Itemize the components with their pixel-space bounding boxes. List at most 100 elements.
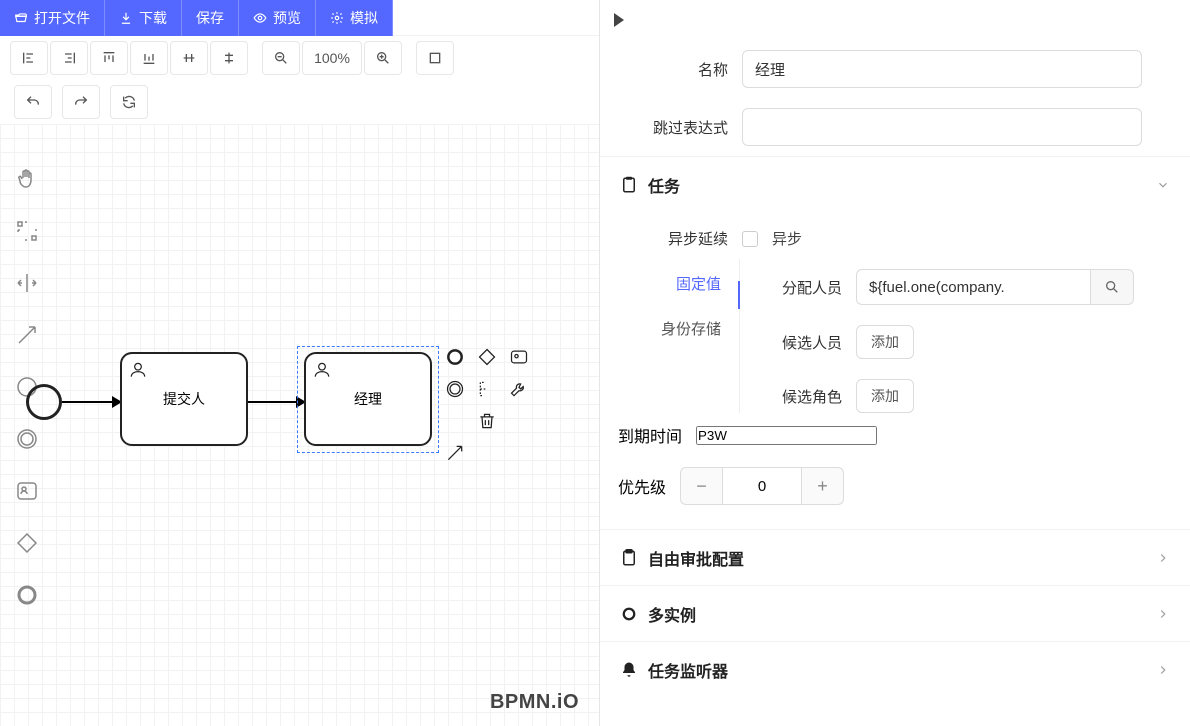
task-label: 提交人 xyxy=(163,389,205,409)
align-toolbar: 100% xyxy=(0,36,599,80)
append-end-event[interactable] xyxy=(442,344,468,370)
candidate-user-row: 候选人员 添加 xyxy=(762,325,1174,359)
double-circle-icon xyxy=(15,427,39,451)
align-center-v-button[interactable] xyxy=(210,41,248,75)
priority-label: 优先级 xyxy=(618,474,666,498)
chevron-right-icon xyxy=(1156,551,1170,565)
user-rect-icon xyxy=(509,347,529,367)
connect-arrow-icon xyxy=(15,323,39,347)
redo-button[interactable] xyxy=(62,85,100,119)
double-circle-icon xyxy=(445,379,465,399)
priority-input[interactable] xyxy=(722,467,802,505)
multi-instance-header[interactable]: 多实例 xyxy=(600,585,1190,641)
zoom-out-icon xyxy=(273,50,289,66)
user-task-tool[interactable] xyxy=(12,476,42,506)
download-icon xyxy=(119,11,133,25)
chevron-right-icon xyxy=(1156,607,1170,621)
priority-increment[interactable]: + xyxy=(802,467,844,505)
task-group-body: 异步延续 异步 固定值 身份存储 分配人员 xyxy=(600,212,1190,529)
task-listener-title: 任务监听器 xyxy=(648,658,728,682)
align-top-button[interactable] xyxy=(90,41,128,75)
candidate-user-label: 候选人员 xyxy=(762,332,842,353)
align-top-icon xyxy=(101,50,117,66)
user-task-icon xyxy=(15,479,39,503)
connect[interactable] xyxy=(442,440,468,466)
delete-element[interactable] xyxy=(474,408,500,434)
task-listener-header[interactable]: 任务监听器 xyxy=(600,641,1190,697)
sequence-flow-2[interactable] xyxy=(248,401,304,403)
gear-icon xyxy=(330,11,344,25)
name-input[interactable] xyxy=(742,50,1142,88)
align-bottom-icon xyxy=(141,50,157,66)
clipboard-check-icon xyxy=(620,176,638,194)
preview-button[interactable]: 预览 xyxy=(239,0,316,36)
skip-expression-row: 跳过表达式 xyxy=(600,98,1190,156)
diamond-icon xyxy=(15,531,39,555)
append-gateway[interactable] xyxy=(474,344,500,370)
assignee-search-button[interactable] xyxy=(1090,269,1134,305)
due-date-input[interactable] xyxy=(696,426,877,445)
due-label: 到期时间 xyxy=(618,423,682,447)
add-candidate-role-button[interactable]: 添加 xyxy=(856,379,914,413)
assignee-input[interactable] xyxy=(856,269,1090,305)
download-button[interactable]: 下载 xyxy=(105,0,182,36)
wrench-icon xyxy=(509,379,529,399)
skip-expression-input[interactable] xyxy=(742,108,1142,146)
annotation-icon xyxy=(477,379,497,399)
end-event-tool[interactable] xyxy=(12,580,42,610)
zoom-out-button[interactable] xyxy=(262,41,300,75)
tab-fixed-label: 固定值 xyxy=(676,276,721,293)
assignment-section: 固定值 身份存储 分配人员 候选人员 添加 候选角 xyxy=(600,259,1190,413)
align-bottom-button[interactable] xyxy=(130,41,168,75)
panel-collapse-toggle[interactable] xyxy=(600,0,1190,40)
annotation[interactable] xyxy=(474,376,500,402)
free-approval-title: 自由审批配置 xyxy=(648,546,744,570)
context-pad xyxy=(442,344,534,468)
align-center-v-icon xyxy=(221,50,237,66)
folder-open-icon xyxy=(14,11,28,25)
hand-tool[interactable] xyxy=(12,164,42,194)
append-intermediate[interactable] xyxy=(442,376,468,402)
gateway-tool[interactable] xyxy=(12,528,42,558)
add-candidate-user-button[interactable]: 添加 xyxy=(856,325,914,359)
priority-row: 优先级 − + xyxy=(600,457,1190,515)
lasso-tool[interactable] xyxy=(12,216,42,246)
priority-decrement[interactable]: − xyxy=(680,467,722,505)
fit-screen-button[interactable] xyxy=(416,41,454,75)
skip-label: 跳过表达式 xyxy=(618,117,728,138)
user-icon xyxy=(128,360,148,380)
bpmn-task-manager[interactable]: 经理 xyxy=(304,352,432,446)
task-group-header[interactable]: 任务 xyxy=(600,156,1190,212)
diamond-icon xyxy=(477,347,497,367)
fit-screen-icon xyxy=(427,50,443,66)
tab-identity-store[interactable]: 身份存储 xyxy=(661,318,739,339)
align-center-h-button[interactable] xyxy=(170,41,208,75)
eye-icon xyxy=(253,11,267,25)
change-type[interactable] xyxy=(506,376,532,402)
async-checkbox[interactable] xyxy=(742,231,758,247)
append-task[interactable] xyxy=(506,344,532,370)
editor-pane: 打开文件 下载 保存 预览 模拟 100% xyxy=(0,0,600,726)
tab-fixed-value[interactable]: 固定值 xyxy=(676,273,739,294)
refresh-icon xyxy=(121,94,137,110)
main-toolbar: 打开文件 下载 保存 预览 模拟 xyxy=(0,0,599,36)
zoom-in-button[interactable] xyxy=(364,41,402,75)
save-button[interactable]: 保存 xyxy=(182,0,239,36)
space-tool[interactable] xyxy=(12,268,42,298)
align-right-button[interactable] xyxy=(50,41,88,75)
lasso-icon xyxy=(15,219,39,243)
refresh-button[interactable] xyxy=(110,85,148,119)
simulate-button[interactable]: 模拟 xyxy=(316,0,393,36)
sequence-flow-1[interactable] xyxy=(62,401,120,403)
undo-button[interactable] xyxy=(14,85,52,119)
bpmn-watermark: BPMN.iO xyxy=(490,691,579,714)
bpmn-canvas[interactable]: 提交人 经理 BPMN.iO xyxy=(0,124,599,726)
intermediate-event-tool[interactable] xyxy=(12,424,42,454)
global-connect-tool[interactable] xyxy=(12,320,42,350)
open-file-button[interactable]: 打开文件 xyxy=(0,0,105,36)
bpmn-start-event[interactable] xyxy=(26,384,62,420)
async-check-label: 异步 xyxy=(772,228,802,249)
free-approval-header[interactable]: 自由审批配置 xyxy=(600,529,1190,585)
bpmn-task-submitter[interactable]: 提交人 xyxy=(120,352,248,446)
align-left-button[interactable] xyxy=(10,41,48,75)
